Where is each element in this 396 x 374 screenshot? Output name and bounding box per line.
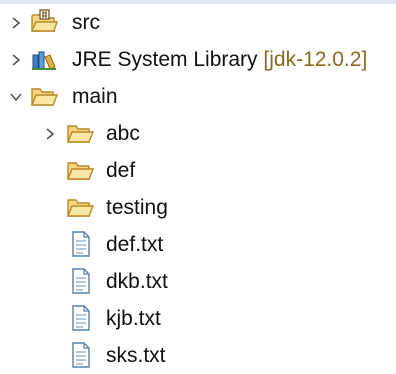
tree-item-label: def.txt (106, 233, 164, 256)
text-file-icon (66, 231, 94, 257)
tree-item-label: sks.txt (106, 344, 166, 367)
text-file-icon (66, 305, 94, 331)
tree-item-label: dkb.txt (106, 270, 168, 293)
chevron-down-icon[interactable] (8, 78, 24, 115)
tree-item-kjb-txt[interactable]: kjb.txt (0, 300, 396, 337)
tree-item-label: abc (106, 122, 140, 145)
tree-item-sks-txt[interactable]: sks.txt (0, 337, 396, 374)
chevron-right-icon[interactable] (42, 115, 58, 152)
text-file-icon (66, 268, 94, 294)
tree-item-main[interactable]: main (0, 78, 396, 115)
tree-item-testing[interactable]: testing (0, 189, 396, 226)
text-file-icon (66, 342, 94, 368)
tree-item-label: src (72, 11, 100, 34)
tree-item-def-txt[interactable]: def.txt (0, 226, 396, 263)
jdk-version-decoration: [jdk-12.0.2] (263, 48, 368, 71)
tree-item-src[interactable]: src (0, 4, 396, 41)
tree-item-def-folder[interactable]: def (0, 152, 396, 189)
tree-item-label: def (106, 159, 136, 182)
tree-item-label: JRE System Library [jdk-12.0.2] (72, 48, 368, 71)
library-icon (30, 46, 58, 72)
tree-item-jre-system-library[interactable]: JRE System Library [jdk-12.0.2] (0, 41, 396, 78)
folder-icon (66, 194, 94, 220)
tree-item-abc[interactable]: abc (0, 115, 396, 152)
folder-icon (66, 120, 94, 146)
source-folder-icon (30, 9, 58, 35)
tree-item-label: main (72, 85, 118, 108)
chevron-right-icon[interactable] (8, 4, 24, 41)
chevron-right-icon[interactable] (8, 41, 24, 78)
tree-item-dkb-txt[interactable]: dkb.txt (0, 263, 396, 300)
project-tree: src JRE System Library [jdk-12.0.2] main… (0, 4, 396, 374)
tree-item-label: kjb.txt (106, 307, 161, 330)
folder-icon (66, 157, 94, 183)
tree-item-label: testing (106, 196, 168, 219)
open-folder-icon (30, 83, 58, 109)
